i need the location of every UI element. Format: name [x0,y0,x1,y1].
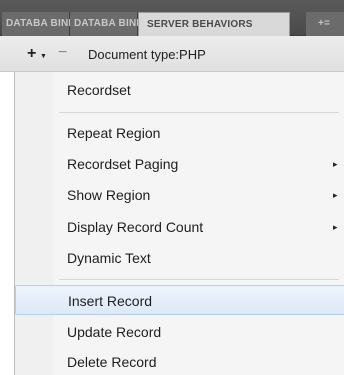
tab-bindings[interactable]: DATABA BINDIN [70,12,154,36]
menu-item-recordset[interactable]: Recordset [15,75,344,105]
menu-item-display-record-count[interactable]: Display Record Count ▸ [15,212,344,242]
tab-databases[interactable]: DATABA BINDIN [2,12,86,36]
menu-item-label: Repeat Region [67,125,161,141]
menu-item-label: Recordset Paging [67,156,179,172]
menu-item-label: Dynamic Text [67,250,151,266]
submenu-arrow-icon: ▸ [333,222,338,232]
menu-item-label: Update Record [67,324,162,340]
plus-icon[interactable]: + [27,46,36,62]
menu-item-update-record[interactable]: Update Record [15,317,344,347]
document-type-label: Document type:PHP [88,47,206,62]
server-behaviors-toolbar: + ▼ − Document type:PHP [0,36,344,72]
menu-item-recordset-paging[interactable]: Recordset Paging ▸ [15,149,344,179]
menu-item-label: Display Record Count [67,219,204,235]
tab-panel-menu[interactable]: += [306,12,344,36]
menu-item-label: Recordset [67,82,131,98]
menu-item-repeat-region[interactable]: Repeat Region [15,118,344,148]
submenu-arrow-icon: ▸ [333,190,338,200]
menu-item-delete-record[interactable]: Delete Record [15,347,344,375]
menu-separator [59,279,339,280]
tab-server-behaviors[interactable]: SERVER BEHAVIORS [138,12,290,36]
add-server-behavior-menu: Recordset Repeat Region Recordset Paging… [14,72,344,375]
menu-item-label: Delete Record [67,354,157,370]
menu-item-dynamic-text[interactable]: Dynamic Text [15,243,344,273]
menu-item-show-region[interactable]: Show Region ▸ [15,180,344,210]
menu-item-label: Insert Record [68,293,153,309]
chevron-down-icon[interactable]: ▼ [40,53,47,60]
panel-tab-bar: DATABA BINDIN DATABA BINDIN SERVER BEHAV… [0,0,344,36]
menu-item-insert-record[interactable]: Insert Record [15,285,344,315]
menu-item-label: Show Region [67,187,151,203]
menu-separator [59,112,339,113]
submenu-arrow-icon: ▸ [333,159,338,169]
minus-icon[interactable]: − [58,45,67,61]
